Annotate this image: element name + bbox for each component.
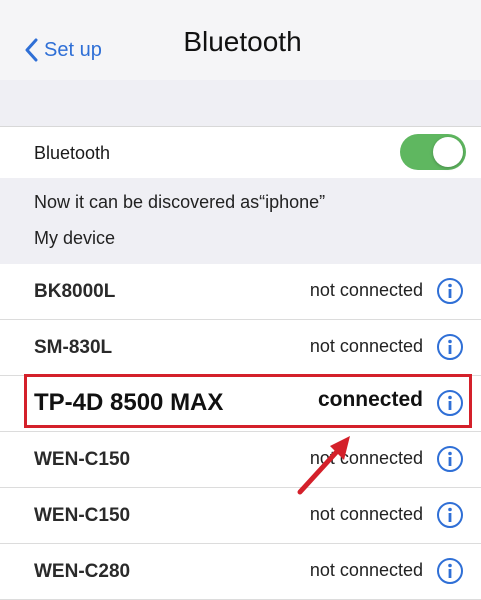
device-status: connected — [317, 388, 423, 411]
info-icon[interactable] — [436, 445, 464, 473]
discoverable-text: Now it can be discovered as“iphone” — [34, 192, 326, 212]
bluetooth-toggle-row: Bluetooth — [0, 126, 481, 180]
device-name: WEN-C280 — [34, 561, 131, 582]
device-row[interactable]: WEN-C150 not connected — [0, 488, 481, 544]
device-name: BK8000L — [34, 281, 116, 302]
info-icon[interactable] — [436, 389, 464, 417]
device-row[interactable]: BK8000L not connected — [0, 264, 481, 320]
bluetooth-toggle[interactable] — [400, 134, 466, 170]
toggle-knob — [433, 137, 463, 167]
section-spacer — [0, 80, 481, 126]
device-row-connected[interactable]: TP-4D 8500 MAX connected — [0, 376, 481, 432]
bluetooth-label: Bluetooth — [34, 143, 111, 163]
device-name: WEN-C150 — [34, 505, 131, 526]
device-name: WEN-C150 — [34, 449, 131, 470]
info-icon[interactable] — [436, 333, 464, 361]
discoverable-section: Now it can be discovered as“iphone” My d… — [0, 178, 481, 264]
navigation-bar: Set up Bluetooth — [0, 0, 481, 81]
page-title: Bluetooth — [183, 26, 302, 57]
info-icon[interactable] — [436, 501, 464, 529]
annotation-arrow-icon — [297, 436, 350, 495]
device-status: not connected — [309, 504, 423, 524]
device-row[interactable]: WEN-C280 not connected — [0, 544, 481, 600]
device-status: not connected — [309, 560, 423, 580]
device-name: SM-830L — [34, 337, 113, 358]
section-header-my-device: My device — [34, 228, 116, 248]
device-status: not connected — [309, 336, 423, 356]
device-name: TP-4D 8500 MAX — [34, 389, 224, 416]
device-row[interactable]: WEN-C150 not connected — [0, 432, 481, 488]
device-status: not connected — [309, 280, 423, 300]
info-icon[interactable] — [436, 277, 464, 305]
info-icon[interactable] — [436, 557, 464, 585]
device-list: BK8000L not connected SM-830L not connec… — [0, 264, 481, 600]
device-row[interactable]: SM-830L not connected — [0, 320, 481, 376]
